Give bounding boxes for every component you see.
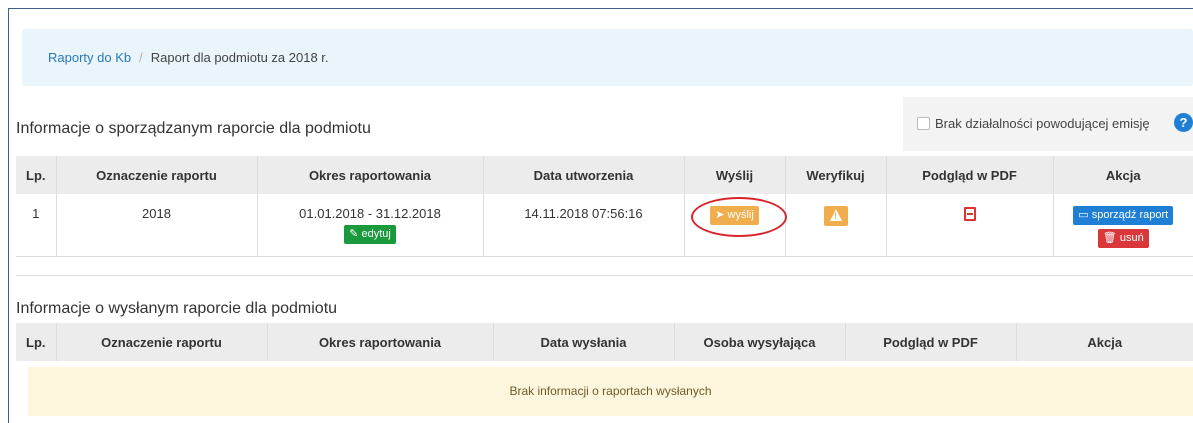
emission-checkbox-label[interactable]: Brak działalności powodującej emisję [935,116,1150,131]
column-header: Akcja [1015,323,1193,361]
column-header: Lp. [16,323,56,361]
trash-icon: 🗑 [1102,232,1120,244]
column-header: Wyślij [683,156,785,194]
prepared-report-table: Lp. Oznaczenie raportu Okres raportowani… [16,156,1193,257]
prepare-report-label: sporządź raport [1091,209,1169,221]
folder-icon: ▭ [1078,209,1092,221]
section-divider [16,275,1193,276]
warning-icon-symbol: ! [834,211,837,221]
column-header: Data wysłania [492,323,674,361]
help-icon[interactable]: ? [1174,113,1193,132]
cell-oznaczenie: 2018 [55,194,257,256]
delete-button[interactable]: 🗑 usuń [1097,229,1149,248]
section-title-sent: Informacje o wysłanym raporcie dla podmi… [16,300,338,317]
edit-button[interactable]: ✎ edytuj [344,225,396,244]
send-wrapper: ➤ wyślij [691,197,788,237]
cell-data-utworzenia: 14.11.2018 07:56:16 [482,194,684,256]
highlight-ellipse [691,197,788,237]
prepare-report-button[interactable]: ▭ sporządź raport [1073,206,1174,225]
cell-akcja: ▭ sporządź raport 🗑 usuń [1052,194,1193,256]
column-header: Data utworzenia [482,156,684,194]
column-header: Podgląd w PDF [885,156,1053,194]
cell-lp: 1 [32,206,40,221]
section-title-prepared: Informacje o sporządzanym raporcie dla p… [16,120,371,137]
breadcrumb-link-raporty[interactable]: Raporty do Kb [48,50,131,65]
empty-state-message: Brak informacji o raportach wysłanych [28,367,1193,416]
edit-button-label: edytuj [361,228,391,240]
column-header: Okres raportowania [256,156,483,194]
cell-okres: 01.01.2018 - 31.12.2018 ✎ edytuj [256,194,483,256]
column-header: Oznaczenie raportu [55,323,267,361]
table-row: 1 2018 01.01.2018 - 31.12.2018 ✎ edytuj … [16,194,1193,256]
breadcrumb: Raporty do Kb / Raport dla podmiotu za 201… [22,29,1193,86]
pencil-icon: ✎ [349,228,362,240]
column-header: Podgląd w PDF [844,323,1016,361]
verify-button[interactable]: ! [823,206,848,226]
breadcrumb-separator: / [139,50,143,65]
column-header: Oznaczenie raportu [55,156,257,194]
cell-weryfikuj: ! [784,194,886,256]
sent-report-table: Lp. Oznaczenie raportu Okres raportowani… [16,323,1193,361]
table-header-row: Lp. Oznaczenie raportu Okres raportowani… [16,323,1193,361]
pdf-icon[interactable] [963,207,976,221]
delete-button-label: usuń [1119,232,1144,244]
breadcrumb-current: Raport dla podmiotu za 2018 r. [150,50,329,65]
column-header: Okres raportowania [266,323,493,361]
column-header: Lp. [16,156,56,194]
okres-value: 01.01.2018 - 31.12.2018 [299,206,441,221]
column-header: Weryfikuj [784,156,886,194]
emission-option: Brak działalności powodującej emisję ? [903,97,1193,151]
table-header-row: Lp. Oznaczenie raportu Okres raportowani… [16,156,1193,194]
column-header: Osoba wysyłająca [673,323,845,361]
cell-wyslij: ➤ wyślij [683,194,788,256]
cell-pdf [885,194,1053,256]
emission-checkbox[interactable] [917,117,930,130]
column-header: Akcja [1052,156,1193,194]
